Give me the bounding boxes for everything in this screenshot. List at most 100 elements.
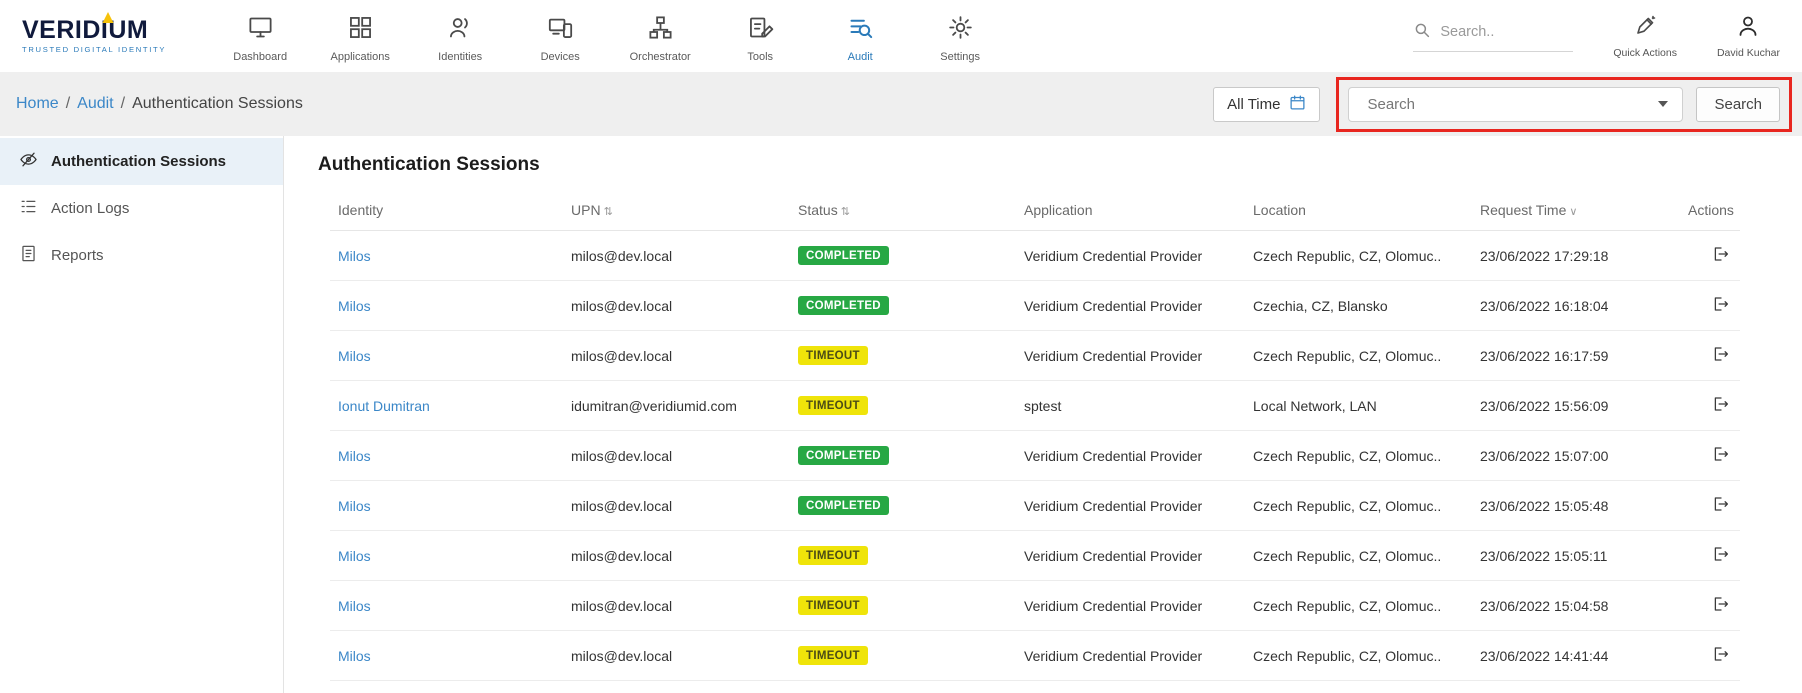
view-session-button[interactable] <box>1710 393 1732 418</box>
table-row: Milos milos@dev.local COMPLETED Veridium… <box>330 431 1740 481</box>
sidebar: Authentication Sessions Action Logs Repo… <box>0 136 284 693</box>
breadcrumb-current: Authentication Sessions <box>132 95 303 113</box>
identity-link[interactable]: Milos <box>338 498 371 514</box>
breadcrumb-bar: Home / Audit / Authentication Sessions A… <box>0 72 1802 136</box>
quick-actions-label: Quick Actions <box>1613 47 1677 59</box>
quick-actions-icon <box>1633 14 1657 43</box>
col-request-time[interactable]: Request Time∨ <box>1472 192 1680 231</box>
location-cell: Czech Republic, CZ, Olomuc.. <box>1245 231 1472 281</box>
veridium-logo[interactable]: VERIDIUM TRUSTED DIGITAL IDENTITY <box>22 18 166 54</box>
upn-cell: milos@dev.local <box>563 231 790 281</box>
identity-link[interactable]: Milos <box>338 298 371 314</box>
location-cell: Local Network, LAN <box>1245 381 1472 431</box>
reports-icon <box>19 244 38 267</box>
location-cell: Czech Republic, CZ, Olomuc.. <box>1245 631 1472 681</box>
logo-text: VERIDIUM <box>22 18 166 43</box>
upn-cell: idumitran@veridiumid.com <box>563 381 790 431</box>
sidebar-item-reports[interactable]: Reports <box>0 232 283 279</box>
request-time-cell: 23/06/2022 16:18:04 <box>1472 281 1680 331</box>
location-cell: Czech Republic, CZ, Olomuc.. <box>1245 431 1472 481</box>
main-navigation: Dashboard Applications Identities Device… <box>210 10 1010 63</box>
nav-item-applications[interactable]: Applications <box>310 10 410 63</box>
table-row: Milos milos@dev.local COMPLETED Veridium… <box>330 231 1740 281</box>
breadcrumb-separator: / <box>121 95 125 113</box>
identity-link[interactable]: Ionut Dumitran <box>338 398 430 414</box>
request-time-cell: 23/06/2022 15:04:58 <box>1472 581 1680 631</box>
breadcrumb: Home / Audit / Authentication Sessions <box>16 95 303 113</box>
page-title: Authentication Sessions <box>318 154 1802 176</box>
status-badge: COMPLETED <box>798 296 889 315</box>
sidebar-item-action-logs[interactable]: Action Logs <box>0 185 283 232</box>
main-content: Authentication Sessions Identity UPN⇅ St… <box>284 136 1802 693</box>
search-type-dropdown[interactable]: Search <box>1348 87 1683 122</box>
view-session-button[interactable] <box>1710 593 1732 618</box>
sidebar-item-label: Action Logs <box>51 200 129 217</box>
time-range-button[interactable]: All Time <box>1213 87 1320 122</box>
identity-link[interactable]: Milos <box>338 248 371 264</box>
nav-label: Identities <box>438 51 482 63</box>
col-application: Application <box>1016 192 1245 231</box>
application-cell: Veridium Credential Provider <box>1016 531 1245 581</box>
identity-link[interactable]: Milos <box>338 648 371 664</box>
identity-link[interactable]: Milos <box>338 548 371 564</box>
quick-actions-button[interactable]: Quick Actions <box>1613 14 1677 59</box>
nav-item-audit[interactable]: Audit <box>810 10 910 63</box>
view-session-button[interactable] <box>1710 243 1732 268</box>
application-cell: Veridium Credential Provider <box>1016 581 1245 631</box>
nav-item-orchestrator[interactable]: Orchestrator <box>610 10 710 63</box>
identity-link[interactable]: Milos <box>338 348 371 364</box>
logo-flame-icon <box>101 11 115 29</box>
application-cell: Veridium Credential Provider <box>1016 431 1245 481</box>
breadcrumb-audit-link[interactable]: Audit <box>77 95 113 113</box>
body-wrap: Authentication Sessions Action Logs Repo… <box>0 136 1802 693</box>
identity-link[interactable]: Milos <box>338 598 371 614</box>
status-badge: TIMEOUT <box>798 646 868 665</box>
devices-icon <box>547 14 574 46</box>
time-range-label: All Time <box>1227 96 1280 113</box>
view-session-button[interactable] <box>1710 443 1732 468</box>
table-row: Milos milos@dev.local TIMEOUT Veridium C… <box>330 581 1740 631</box>
identity-link[interactable]: Milos <box>338 448 371 464</box>
col-status[interactable]: Status⇅ <box>790 192 1016 231</box>
user-name-label: David Kuchar <box>1717 47 1780 59</box>
settings-gear-icon <box>947 14 974 46</box>
nav-item-devices[interactable]: Devices <box>510 10 610 63</box>
nav-item-identities[interactable]: Identities <box>410 10 510 63</box>
request-time-cell: 23/06/2022 15:05:48 <box>1472 481 1680 531</box>
col-upn[interactable]: UPN⇅ <box>563 192 790 231</box>
nav-label: Tools <box>747 51 773 63</box>
nav-label: Applications <box>331 51 390 63</box>
nav-item-settings[interactable]: Settings <box>910 10 1010 63</box>
sidebar-item-label: Authentication Sessions <box>51 153 226 170</box>
sort-icon[interactable]: ⇅ <box>841 206 850 218</box>
status-badge: COMPLETED <box>798 496 889 515</box>
logo-tagline: TRUSTED DIGITAL IDENTITY <box>22 45 166 54</box>
search-button[interactable]: Search <box>1696 87 1780 122</box>
view-session-button[interactable] <box>1710 293 1732 318</box>
nav-item-tools[interactable]: Tools <box>710 10 810 63</box>
view-session-button[interactable] <box>1710 493 1732 518</box>
view-session-button[interactable] <box>1710 543 1732 568</box>
search-icon <box>1413 21 1431 44</box>
view-session-button[interactable] <box>1710 343 1732 368</box>
action-logs-icon <box>19 197 38 220</box>
view-session-button[interactable] <box>1710 643 1732 668</box>
nav-label: Settings <box>940 51 980 63</box>
user-menu[interactable]: David Kuchar <box>1717 14 1780 59</box>
sort-icon[interactable]: ∨ <box>1569 206 1577 218</box>
upn-cell: milos@dev.local <box>563 431 790 481</box>
orchestrator-icon <box>647 14 674 46</box>
status-badge: TIMEOUT <box>798 596 868 615</box>
table-row: Milos milos@dev.local TIMEOUT Veridium C… <box>330 681 1740 693</box>
search-highlight-box: Search Search <box>1336 77 1792 132</box>
global-search-input[interactable] <box>1440 24 1558 40</box>
sort-icon[interactable]: ⇅ <box>604 206 613 218</box>
breadcrumb-home-link[interactable]: Home <box>16 95 59 113</box>
upn-cell: milos@dev.local <box>563 281 790 331</box>
location-cell: Czech Republic, CZ, Olomuc.. <box>1245 681 1472 693</box>
nav-label: Audit <box>848 51 873 63</box>
upn-cell: milos@dev.local <box>563 531 790 581</box>
nav-item-dashboard[interactable]: Dashboard <box>210 10 310 63</box>
location-cell: Czech Republic, CZ, Olomuc.. <box>1245 481 1472 531</box>
sidebar-item-authentication-sessions[interactable]: Authentication Sessions <box>0 138 283 185</box>
